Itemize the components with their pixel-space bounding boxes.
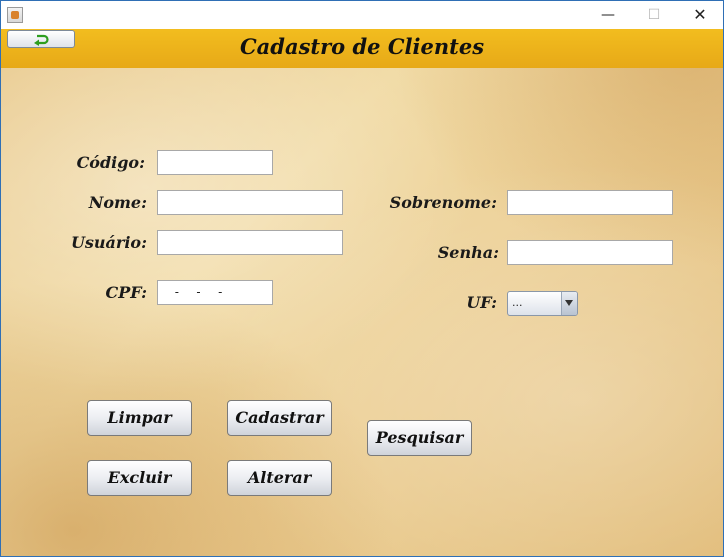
senha-field[interactable] (507, 240, 673, 265)
close-button[interactable]: ✕ (677, 1, 723, 29)
cpf-label: CPF: (105, 283, 147, 302)
header-banner: Cadastro de Clientes (1, 29, 723, 68)
sobrenome-field[interactable] (507, 190, 673, 215)
minimize-button[interactable]: — (585, 1, 631, 29)
uf-dropdown[interactable]: ... (507, 291, 578, 316)
usuario-field[interactable] (157, 230, 343, 255)
codigo-field[interactable] (157, 150, 273, 175)
excluir-button[interactable]: Excluir (87, 460, 192, 496)
pesquisar-button[interactable]: Pesquisar (367, 420, 472, 456)
page-title: Cadastro de Clientes (239, 34, 485, 59)
form-panel: Cadastro de Clientes Código: Nome: Usuár… (1, 29, 723, 556)
senha-label: Senha: (437, 243, 499, 262)
usuario-label: Usuário: (70, 233, 147, 252)
sobrenome-label: Sobrenome: (389, 193, 497, 212)
codigo-label: Código: (76, 153, 145, 172)
nome-label: Nome: (88, 193, 147, 212)
cpf-field[interactable]: - - - (157, 280, 273, 305)
uf-label: UF: (466, 293, 497, 312)
maximize-button[interactable]: ☐ (631, 1, 677, 29)
title-bar[interactable]: — ☐ ✕ (1, 1, 723, 29)
java-cup-icon (7, 7, 23, 23)
chevron-down-icon[interactable] (561, 292, 577, 315)
uf-selected-value: ... (512, 296, 523, 309)
limpar-button[interactable]: Limpar (87, 400, 192, 436)
alterar-button[interactable]: Alterar (227, 460, 332, 496)
nome-field[interactable] (157, 190, 343, 215)
application-window: — ☐ ✕ Cadastro de Clientes Código: Nome:… (0, 0, 724, 557)
cadastrar-button[interactable]: Cadastrar (227, 400, 332, 436)
